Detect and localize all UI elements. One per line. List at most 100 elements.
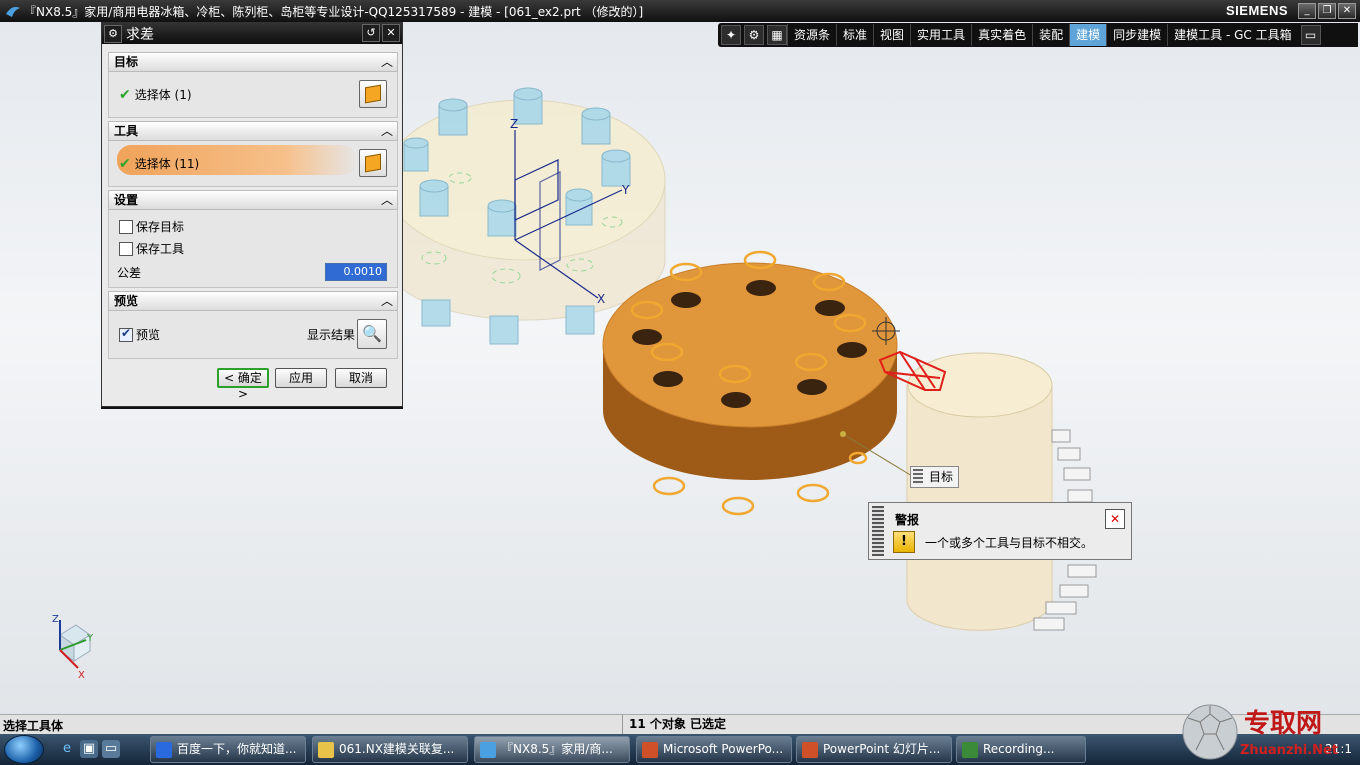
- target-label-tag[interactable]: 目标: [910, 466, 960, 488]
- alert-message: 一个或多个工具与目标不相交。: [925, 536, 1094, 550]
- show-result-button[interactable]: 🔍: [357, 319, 387, 349]
- view-triad: [59, 620, 91, 669]
- status-bar: 选择工具体 11 个对象 已选定: [0, 714, 1360, 734]
- checkbox[interactable]: [119, 241, 133, 256]
- subtract-dialog: ⚙ 求差 ↺ ✕ 目标 ︿ ✔ 选择体 (1) 工具 ︿ ✔ 选择体 (11) …: [101, 22, 403, 407]
- nx-app-icon: [480, 742, 496, 758]
- collapse-icon[interactable]: ︿: [381, 191, 393, 209]
- ok-button[interactable]: < 确定 >: [217, 368, 269, 401]
- explorer-icon[interactable]: ▭: [102, 740, 120, 758]
- ribbon-bar: ✦ ⚙ ▦ 资源条 标准 视图 实用工具 真实着色 装配 建模 同步建模 建模工…: [718, 23, 1358, 47]
- target-disc-body[interactable]: [602, 250, 898, 516]
- section-preview-header[interactable]: 预览 ︿: [108, 291, 398, 311]
- taskbar-item-label: Microsoft PowerPo...: [663, 742, 784, 756]
- collapse-icon[interactable]: ︿: [381, 292, 393, 310]
- show-result-label: 显示结果: [307, 328, 356, 342]
- role-icon[interactable]: ✦: [721, 25, 741, 45]
- section-settings-body: 保存目标 保存工具 公差 0.0010: [108, 210, 398, 288]
- taskbar-item-powerpoint[interactable]: Microsoft PowerPo...: [636, 736, 792, 763]
- close-window-button[interactable]: ✕: [1338, 3, 1356, 19]
- watermark-text: 专取网: [1244, 709, 1322, 739]
- dialog-title: 求差: [126, 26, 154, 43]
- collapse-icon[interactable]: ︿: [381, 53, 393, 71]
- select-body-button[interactable]: [359, 149, 387, 177]
- section-tool-label: 工具: [114, 124, 139, 138]
- select-body-button[interactable]: [359, 80, 387, 108]
- folder-icon: [318, 742, 334, 758]
- section-preview-body: 预览 显示结果 🔍: [108, 311, 398, 359]
- preview-label: 预览: [136, 328, 161, 342]
- taskbar-item-label: 百度一下，你就知道...: [177, 742, 297, 756]
- tab-true-shading[interactable]: 真实着色: [971, 24, 1032, 46]
- taskbar-item-folder[interactable]: 061.NX建模关联复...: [312, 736, 468, 763]
- tab-modeling[interactable]: 建模: [1069, 24, 1107, 46]
- cube-icon: [365, 153, 381, 173]
- apply-button[interactable]: 应用: [275, 368, 327, 388]
- checkbox[interactable]: [119, 219, 133, 234]
- tolerance-input[interactable]: 0.0010: [325, 263, 387, 281]
- windows-taskbar: e ▣ ▭ 百度一下，你就知道... 061.NX建模关联复... 『NX8.5…: [0, 734, 1360, 765]
- cancel-button[interactable]: 取消: [335, 368, 387, 388]
- ribbon-options-icon[interactable]: ▭: [1300, 25, 1321, 45]
- window-titlebar: 『NX8.5』家用/商用电器冰箱、冷柜、陈列柜、岛柜等专业设计-QQ125317…: [0, 0, 1360, 22]
- tab-resource-bar[interactable]: 资源条: [787, 24, 836, 46]
- checkbox[interactable]: [119, 326, 133, 342]
- axis-z-label: Z: [510, 117, 518, 131]
- check-icon: ✔: [119, 155, 131, 172]
- taskbar-item-slideshow[interactable]: PowerPoint 幻灯片...: [796, 736, 952, 763]
- dialog-gear-icon[interactable]: ⚙: [104, 24, 122, 43]
- section-settings-header[interactable]: 设置 ︿: [108, 190, 398, 210]
- dialog-close-icon[interactable]: ✕: [382, 24, 400, 42]
- nx-app-icon: [4, 2, 22, 20]
- target-select-label: 选择体 (1): [134, 88, 192, 102]
- alert-close-button[interactable]: ✕: [1105, 509, 1125, 529]
- taskbar-item-nx[interactable]: 『NX8.5』家用/商...: [474, 736, 630, 763]
- tolerance-label: 公差: [117, 266, 142, 280]
- grip-icon[interactable]: [872, 506, 884, 556]
- target-select-row[interactable]: ✔ 选择体 (1): [119, 86, 192, 103]
- tab-gc-toolkit[interactable]: 建模工具 - GC 工具箱: [1167, 24, 1297, 46]
- start-button[interactable]: [4, 735, 44, 764]
- axis-x-label: X: [597, 292, 605, 306]
- tool-select-row[interactable]: ✔ 选择体 (11): [119, 155, 199, 172]
- preview-checkbox[interactable]: 预览: [119, 326, 160, 343]
- section-preview-label: 预览: [114, 294, 139, 308]
- gear-icon[interactable]: ⚙: [744, 25, 764, 45]
- tab-utilities[interactable]: 实用工具: [910, 24, 971, 46]
- keep-target-checkbox[interactable]: 保存目标: [119, 218, 184, 235]
- triad-z-label: Z: [52, 614, 59, 625]
- cube-icon: [365, 84, 381, 104]
- window-title: 『NX8.5』家用/商用电器冰箱、冷柜、陈列柜、岛柜等专业设计-QQ125317…: [24, 4, 644, 19]
- keep-tool-checkbox[interactable]: 保存工具: [119, 240, 184, 257]
- tab-view[interactable]: 视图: [873, 24, 910, 46]
- siemens-logo: SIEMENS: [1225, 3, 1288, 18]
- status-selection-count: 11 个对象 已选定: [622, 715, 726, 734]
- grid-icon[interactable]: ▦: [767, 25, 787, 45]
- collapse-icon[interactable]: ︿: [381, 122, 393, 140]
- show-desktop-icon[interactable]: ▣: [80, 740, 98, 758]
- section-target-header[interactable]: 目标 ︿: [108, 52, 398, 72]
- restore-button[interactable]: ❐: [1318, 3, 1336, 19]
- alert-title: 警报: [895, 513, 920, 527]
- leader-dot: [840, 431, 846, 437]
- reset-icon[interactable]: ↺: [362, 24, 380, 42]
- tab-assembly[interactable]: 装配: [1032, 24, 1069, 46]
- ie-icon[interactable]: e: [58, 740, 76, 758]
- section-tool-header[interactable]: 工具 ︿: [108, 121, 398, 141]
- target-tag-text: 目标: [929, 470, 954, 484]
- section-target-label: 目标: [114, 55, 139, 69]
- tab-sync-modeling[interactable]: 同步建模: [1106, 24, 1167, 46]
- warning-icon: !: [893, 531, 915, 553]
- section-settings-label: 设置: [114, 193, 139, 207]
- alert-popup: 警报 ! 一个或多个工具与目标不相交。 ✕: [868, 502, 1132, 560]
- dialog-titlebar[interactable]: ⚙ 求差 ↺ ✕: [102, 23, 402, 44]
- taskbar-item-recording[interactable]: Recording...: [956, 736, 1086, 763]
- tool-select-label: 选择体 (11): [134, 157, 200, 171]
- status-prompt: 选择工具体: [3, 719, 64, 733]
- minimize-button[interactable]: _: [1298, 3, 1316, 19]
- tab-standard[interactable]: 标准: [836, 24, 873, 46]
- keep-tool-label: 保存工具: [136, 242, 185, 256]
- taskbar-item-baidu[interactable]: 百度一下，你就知道...: [150, 736, 306, 763]
- taskbar-item-label: 061.NX建模关联复...: [339, 742, 455, 756]
- grip-icon: [913, 469, 923, 485]
